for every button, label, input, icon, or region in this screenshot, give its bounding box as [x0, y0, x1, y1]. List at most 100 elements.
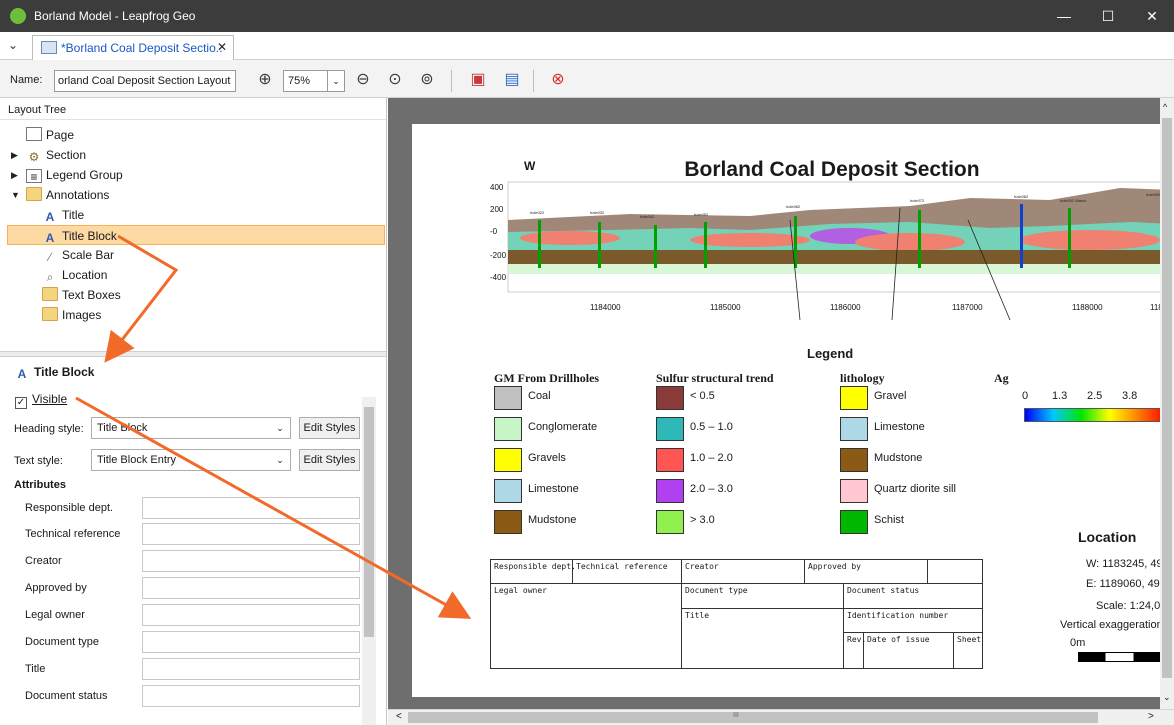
tree-item-legend-group[interactable]: ▶ ≡ Legend Group: [0, 165, 380, 185]
save-icon[interactable]: ▣: [466, 68, 490, 92]
approved-by-field[interactable]: [142, 577, 360, 599]
location-title[interactable]: Location: [1078, 529, 1136, 545]
location-east: E: 1189060, 490: [1086, 578, 1166, 590]
tree-item-label: Legend Group: [46, 168, 123, 182]
section-title[interactable]: Borland Coal Deposit Section: [612, 158, 1052, 182]
tree-item-images[interactable]: Images: [42, 305, 101, 325]
layout-canvas[interactable]: W Borland Coal Deposit Section E: [388, 98, 1174, 725]
heading-style-value: Title Block: [97, 422, 148, 434]
legal-owner-field[interactable]: [142, 604, 360, 626]
attr-label: Approved by: [25, 582, 87, 594]
visible-checkbox[interactable]: ✓ Visible: [15, 392, 67, 409]
minimize-button[interactable]: —: [1042, 0, 1086, 32]
document-type-field[interactable]: [142, 631, 360, 653]
attributes-heading: Attributes: [14, 479, 66, 491]
tree-item-annotations[interactable]: ▼ Annotations: [0, 185, 380, 205]
x-tick: 1184000: [590, 303, 621, 312]
zoom-out-icon[interactable]: ⊖: [351, 68, 375, 92]
text-style-value: Title Block Entry: [97, 454, 177, 466]
vertical-exaggeration: Vertical exaggeration:: [1060, 619, 1166, 631]
legend-swatch: [494, 448, 522, 472]
scroll-thumb[interactable]: [1162, 118, 1172, 678]
tree-item-scale-bar[interactable]: ⁄ Scale Bar: [42, 245, 114, 265]
properties-scrollbar[interactable]: [362, 397, 376, 725]
tree-item-label: Images: [62, 308, 102, 322]
hole-label: hole042: [640, 214, 655, 219]
title-block[interactable]: Responsible dept. Technical reference Cr…: [490, 559, 983, 669]
tree-item-location[interactable]: ⌕ Location: [42, 265, 108, 285]
zoom-fit-width-icon[interactable]: ⊙: [383, 68, 407, 92]
layout-page[interactable]: W Borland Coal Deposit Section E: [412, 124, 1174, 697]
responsible-dept-field[interactable]: [142, 497, 360, 519]
maximize-button[interactable]: ☐: [1086, 0, 1130, 32]
folder-icon: [42, 287, 58, 301]
tree-item-label: Page: [46, 128, 75, 142]
tb-legal-owner: Legal owner: [494, 586, 547, 595]
canvas-horizontal-scrollbar[interactable]: < III >: [388, 709, 1174, 725]
text-style-select[interactable]: Title Block Entry ⌄: [91, 449, 291, 471]
expand-icon[interactable]: ▶: [11, 145, 18, 165]
scroll-up-icon[interactable]: ^: [1163, 102, 1167, 112]
tb-sheet: Sheet: [957, 635, 982, 644]
scroll-down-icon[interactable]: ⌄: [1163, 692, 1171, 703]
tree-item-text-boxes[interactable]: Text Boxes: [42, 285, 121, 305]
legend-swatch: [840, 417, 868, 441]
tree-item-section[interactable]: ▶ ⚙ Section: [0, 145, 380, 165]
y-tick: 400: [490, 183, 504, 192]
legend-label: Mudstone: [874, 452, 923, 464]
legend-label: Limestone: [528, 483, 579, 495]
tree-item-title-block[interactable]: A Title Block: [7, 225, 385, 245]
technical-reference-field[interactable]: [142, 523, 360, 545]
help-icon[interactable]: ⊗: [546, 68, 570, 92]
document-tab-bar: ⌄ *Borland Coal Deposit Sectio.. ✕: [0, 32, 1174, 60]
legend-label: 0.5 – 1.0: [690, 421, 733, 433]
heading-style-select[interactable]: Title Block ⌄: [91, 417, 291, 439]
legend-swatch: [840, 448, 868, 472]
heading-style-label: Heading style:: [14, 423, 84, 435]
legend-swatch: [656, 510, 684, 534]
tb-identification-number: Identification number: [847, 611, 949, 620]
zoom-fit-icon[interactable]: ⊚: [415, 68, 439, 92]
edit-text-styles-button[interactable]: Edit Styles: [299, 449, 360, 471]
zoom-select[interactable]: 75% ⌄: [283, 70, 345, 92]
name-input[interactable]: orland Coal Deposit Section Layout: [54, 70, 236, 92]
close-button[interactable]: ✕: [1130, 0, 1174, 32]
legend-label: Mudstone: [528, 514, 577, 526]
tree-item-page[interactable]: Page: [26, 125, 74, 145]
document-status-field[interactable]: [142, 685, 360, 707]
export-icon[interactable]: ▤: [500, 68, 524, 92]
scroll-thumb[interactable]: [408, 712, 1098, 723]
edit-heading-styles-button[interactable]: Edit Styles: [299, 417, 360, 439]
collapse-icon[interactable]: ▼: [11, 185, 20, 205]
layout-tree-header: Layout Tree: [0, 98, 386, 120]
zoom-in-icon[interactable]: ⊕: [253, 68, 277, 92]
tab-borland-coal-deposit-section[interactable]: *Borland Coal Deposit Sectio.. ✕: [32, 35, 234, 60]
page-icon: [26, 127, 42, 141]
expand-icon[interactable]: ▶: [11, 165, 18, 185]
tree-item-label: Scale Bar: [62, 248, 115, 262]
section-icon: ⚙: [28, 150, 40, 164]
scroll-thumb[interactable]: [364, 407, 374, 637]
legend-swatch: [494, 510, 522, 534]
legend-label: Limestone: [874, 421, 925, 433]
legend-swatch: [656, 417, 684, 441]
cross-section-view[interactable]: hole022 hole032 hole042 hole052 hole062 …: [490, 180, 1174, 320]
canvas-vertical-scrollbar[interactable]: ^ ⌄: [1160, 98, 1174, 709]
legend-label: 1.0 – 2.0: [690, 452, 733, 464]
tree-item-title[interactable]: A Title: [42, 205, 85, 225]
scroll-left-icon[interactable]: <: [396, 711, 402, 722]
properties-title: A Title Block: [14, 365, 95, 381]
tab-close-icon[interactable]: ✕: [217, 40, 227, 54]
legend-swatch: [656, 479, 684, 503]
chevron-down-icon: ⌄: [327, 71, 344, 91]
y-tick: -0: [490, 227, 498, 236]
legend-swatch: [840, 510, 868, 534]
title-field[interactable]: [142, 658, 360, 680]
legend-title[interactable]: Legend: [807, 346, 853, 361]
scroll-right-icon[interactable]: >: [1148, 711, 1154, 722]
creator-field[interactable]: [142, 550, 360, 572]
tab-list-chevron-icon[interactable]: ⌄: [8, 38, 18, 52]
legend-sulfur-heading: Sulfur structural trend: [656, 371, 774, 385]
attr-label: Responsible dept.: [25, 502, 114, 514]
legend-label: Conglomerate: [528, 421, 598, 433]
